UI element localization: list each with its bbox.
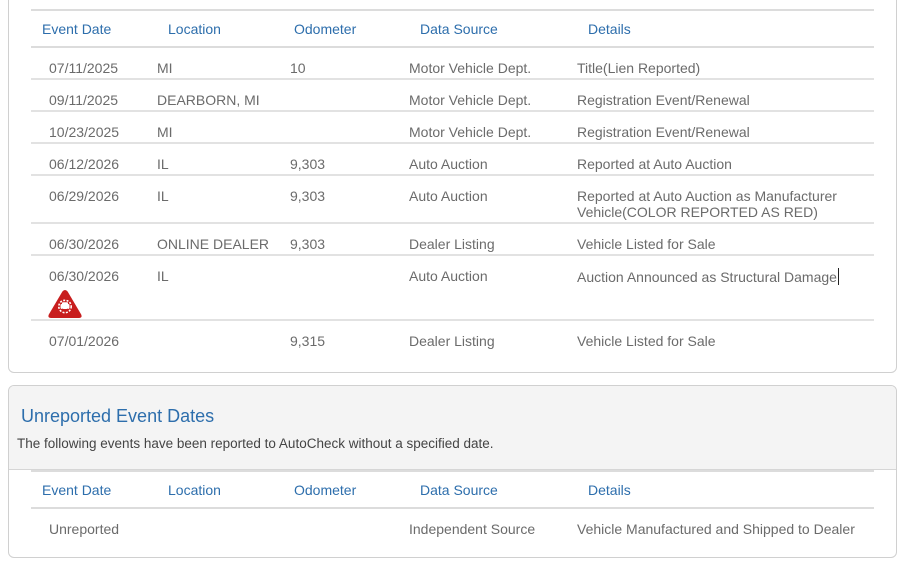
event-source: Independent Source bbox=[409, 521, 536, 537]
event-date-cell: 06/30/2026 bbox=[31, 255, 157, 321]
table-row: 07/11/2025 MI 10 Motor Vehicle Dept. Tit… bbox=[31, 47, 874, 80]
table-row: 07/01/2026 9,315 Dealer Listing Vehicle … bbox=[31, 320, 874, 352]
unreported-events-table: Event Date Location Odometer Data Source… bbox=[31, 470, 874, 540]
event-details-cell: Auction Announced as Structural Damage bbox=[577, 255, 874, 321]
table-row: 06/12/2026 IL 9,303 Auto Auction Reporte… bbox=[31, 143, 874, 176]
event-location: MI bbox=[157, 47, 283, 80]
event-date: 06/30/2026 bbox=[49, 268, 120, 284]
unreported-events-panel: Unreported Event Dates The following eve… bbox=[8, 385, 897, 558]
table-row: 06/29/2026 IL 9,303 Auto Auction Reporte… bbox=[31, 175, 874, 224]
event-source: Motor Vehicle Dept. bbox=[409, 79, 577, 112]
unreported-header: Unreported Event Dates The following eve… bbox=[9, 386, 896, 470]
event-date: 10/23/2025 bbox=[31, 111, 157, 144]
table-row: 09/11/2025 DEARBORN, MI Motor Vehicle De… bbox=[31, 79, 874, 112]
col-location: Location bbox=[157, 470, 283, 509]
event-odometer: 10 bbox=[283, 47, 409, 80]
event-location: IL bbox=[157, 175, 283, 224]
event-odometer bbox=[283, 79, 409, 112]
event-date: 07/01/2026 bbox=[49, 333, 120, 349]
event-location: MI bbox=[157, 111, 283, 144]
table-row: 06/30/2026 IL Auto Auction Auction Annou… bbox=[31, 255, 874, 321]
section-title: Unreported Event Dates bbox=[21, 406, 215, 426]
event-date: 06/12/2026 bbox=[31, 143, 157, 176]
event-details: Title(Lien Reported) bbox=[577, 47, 874, 80]
vehicle-damage-warning-icon[interactable] bbox=[47, 289, 83, 319]
table-header-row: Event Date Location Odometer Data Source… bbox=[31, 9, 874, 48]
event-source: Motor Vehicle Dept. bbox=[409, 111, 577, 144]
event-source: Dealer Listing bbox=[409, 333, 495, 349]
event-history-table: Event Date Location Odometer Data Source… bbox=[31, 9, 874, 352]
col-details: Details bbox=[577, 470, 874, 509]
col-location: Location bbox=[157, 9, 283, 48]
event-details: Reported at Auto Auction bbox=[577, 143, 874, 176]
event-odometer bbox=[283, 255, 409, 321]
event-odometer: 9,303 bbox=[283, 223, 409, 256]
event-source: Dealer Listing bbox=[409, 223, 577, 256]
event-location: IL bbox=[157, 255, 283, 321]
event-odometer: 9,315 bbox=[290, 333, 326, 349]
col-data-source: Data Source bbox=[409, 470, 577, 509]
event-date: 06/30/2026 bbox=[31, 223, 157, 256]
event-details: Reported at Auto Auction as Manufacturer… bbox=[577, 175, 874, 224]
col-details: Details bbox=[577, 9, 874, 48]
event-source: Motor Vehicle Dept. bbox=[409, 47, 577, 80]
event-location bbox=[157, 320, 283, 352]
table-row: Unreported Independent Source Vehicle Ma… bbox=[31, 508, 874, 540]
col-odometer: Odometer bbox=[283, 9, 409, 48]
table-row: 10/23/2025 MI Motor Vehicle Dept. Regist… bbox=[31, 111, 874, 144]
event-details: Vehicle Listed for Sale bbox=[577, 223, 874, 256]
event-location bbox=[157, 508, 283, 540]
event-date: 07/11/2025 bbox=[31, 47, 157, 80]
event-location: IL bbox=[157, 143, 283, 176]
event-source: Auto Auction bbox=[409, 143, 577, 176]
event-odometer: 9,303 bbox=[283, 143, 409, 176]
text-cursor bbox=[837, 268, 839, 285]
section-subtitle: The following events have been reported … bbox=[17, 436, 494, 451]
event-details: Vehicle Listed for Sale bbox=[577, 333, 716, 349]
table-header-row: Event Date Location Odometer Data Source… bbox=[31, 470, 874, 509]
event-odometer bbox=[283, 111, 409, 144]
col-odometer: Odometer bbox=[283, 470, 409, 509]
table-row: 06/30/2026 ONLINE DEALER 9,303 Dealer Li… bbox=[31, 223, 874, 256]
event-location: DEARBORN, MI bbox=[157, 79, 283, 112]
col-event-date: Event Date bbox=[31, 470, 157, 509]
event-details: Vehicle Manufactured and Shipped to Deal… bbox=[577, 521, 855, 537]
event-details: Registration Event/Renewal bbox=[577, 111, 874, 144]
event-details: Registration Event/Renewal bbox=[577, 79, 874, 112]
event-source: Auto Auction bbox=[409, 255, 577, 321]
col-data-source: Data Source bbox=[409, 9, 577, 48]
event-location: ONLINE DEALER bbox=[157, 223, 283, 256]
event-date: Unreported bbox=[49, 521, 120, 537]
col-event-date: Event Date bbox=[31, 9, 157, 48]
event-source: Auto Auction bbox=[409, 175, 577, 224]
event-odometer bbox=[283, 508, 409, 540]
event-date: 06/29/2026 bbox=[31, 175, 157, 224]
event-history-panel: Event Date Location Odometer Data Source… bbox=[8, 0, 897, 373]
event-odometer: 9,303 bbox=[283, 175, 409, 224]
event-date: 09/11/2025 bbox=[31, 79, 157, 112]
event-details: Auction Announced as Structural Damage bbox=[577, 269, 837, 285]
